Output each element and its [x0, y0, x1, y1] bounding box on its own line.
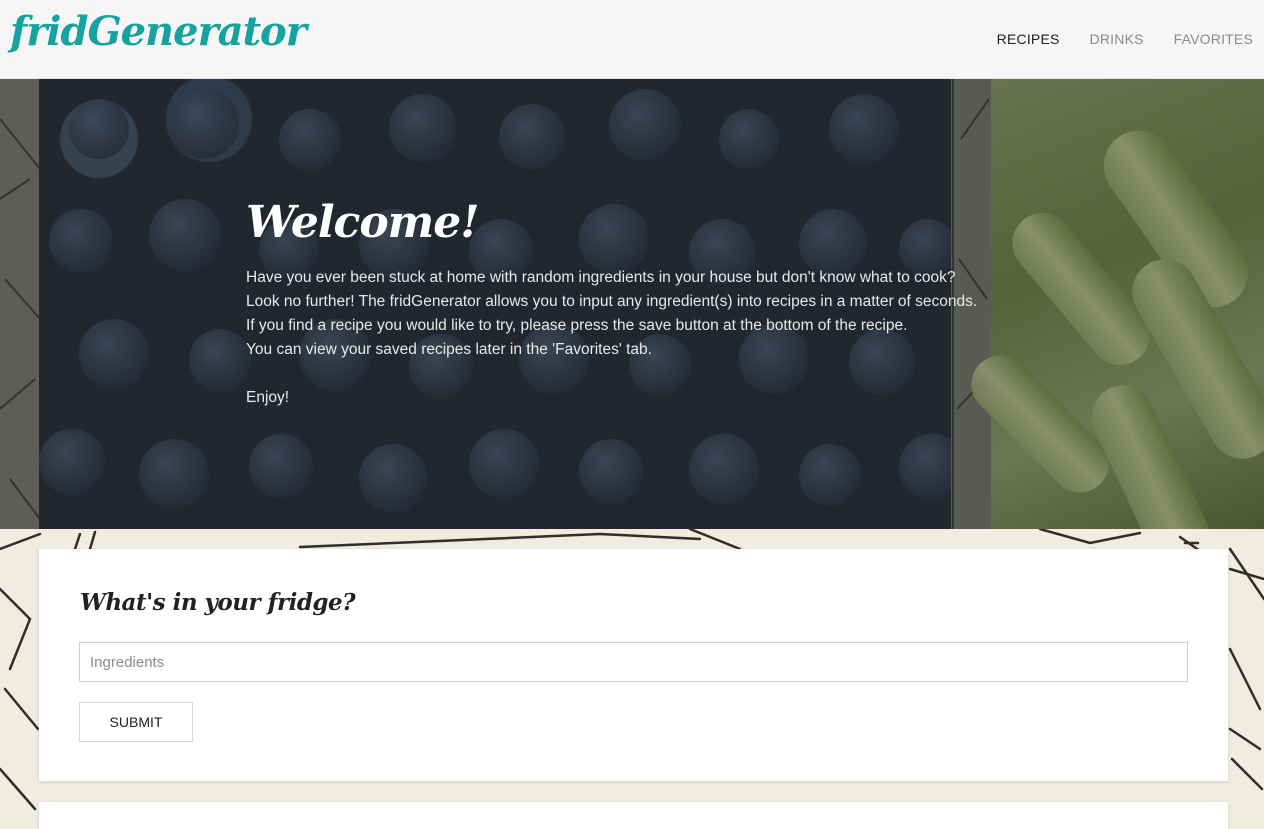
- intro-line: If you find a recipe you would like to t…: [246, 317, 908, 334]
- hero-content: Welcome! Have you ever been stuck at hom…: [246, 197, 1046, 410]
- intro-line: Have you ever been stuck at home with ra…: [246, 269, 956, 286]
- submit-button[interactable]: SUBMIT: [79, 702, 193, 742]
- intro-line: You can view your saved recipes later in…: [246, 341, 652, 358]
- welcome-heading: Welcome!: [246, 197, 480, 248]
- nav-item-favorites[interactable]: FAVORITES: [1174, 31, 1253, 47]
- navbar: fridGenerator RECIPES DRINKS FAVORITES: [0, 0, 1264, 79]
- brand-logo[interactable]: fridGenerator: [10, 8, 307, 55]
- search-card-title: What's in your fridge?: [80, 589, 356, 616]
- results-card: [39, 802, 1228, 829]
- hero-banner: Welcome! Have you ever been stuck at hom…: [0, 79, 1264, 529]
- search-card: What's in your fridge? SUBMIT: [39, 549, 1228, 781]
- nav-item-recipes[interactable]: RECIPES: [997, 31, 1060, 47]
- nav-item-drinks[interactable]: DRINKS: [1090, 31, 1144, 47]
- nav-links: RECIPES DRINKS FAVORITES: [997, 31, 1253, 47]
- intro-line: Look no further! The fridGenerator allow…: [246, 293, 978, 310]
- closing-text: Enjoy!: [246, 389, 290, 406]
- ingredients-input[interactable]: [79, 642, 1188, 682]
